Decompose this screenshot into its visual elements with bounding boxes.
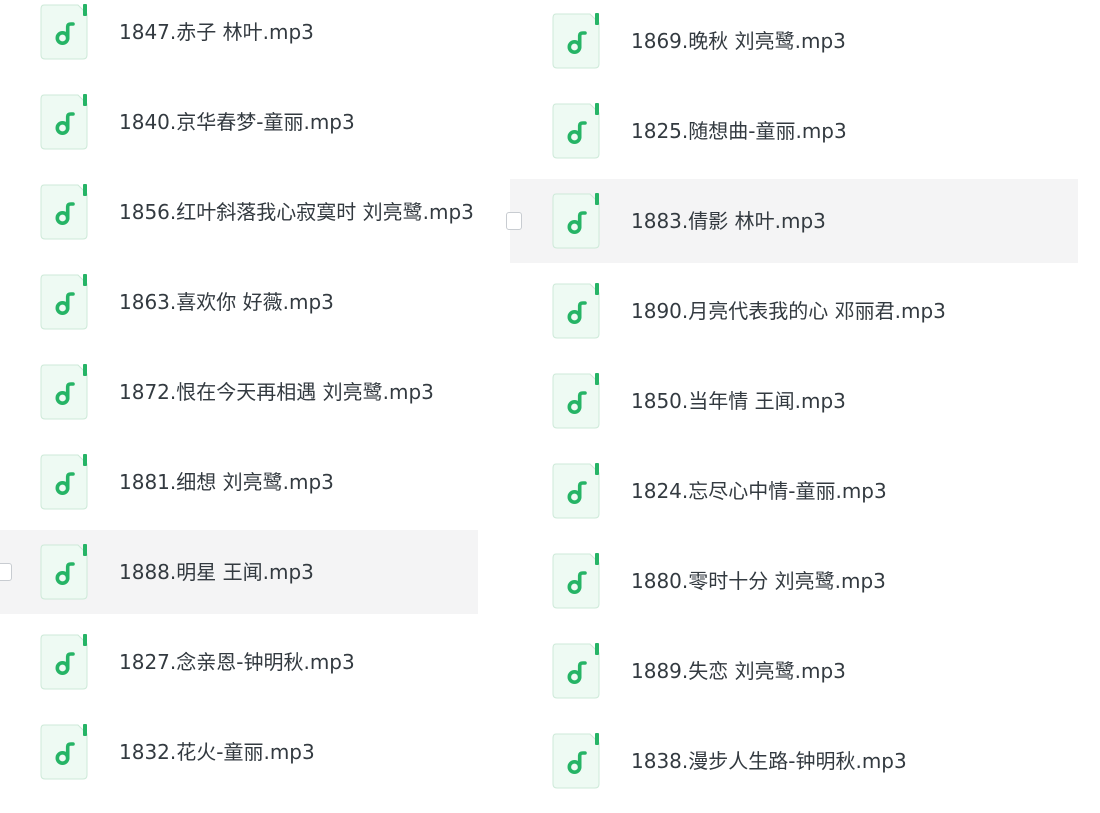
file-name: 1883.倩影 林叶.mp3	[631, 209, 826, 233]
music-file-icon	[40, 724, 88, 780]
file-item[interactable]: 1824.忘尽心中情-童丽.mp3	[510, 459, 1078, 543]
file-checkbox[interactable]	[0, 563, 12, 581]
file-name: 1888.明星 王闻.mp3	[119, 560, 314, 584]
file-name: 1832.花火-童丽.mp3	[119, 740, 315, 764]
music-file-icon	[40, 634, 88, 690]
file-item[interactable]: 1863.喜欢你 好薇.mp3	[0, 270, 478, 354]
file-item[interactable]: 1880.零时十分 刘亮鹭.mp3	[510, 549, 1078, 633]
file-item[interactable]: 1881.细想 刘亮鹭.mp3	[0, 450, 478, 534]
file-name: 1825.随想曲-童丽.mp3	[631, 119, 847, 143]
music-file-icon	[552, 13, 600, 69]
music-file-icon	[552, 643, 600, 699]
music-file-icon	[552, 103, 600, 159]
file-item[interactable]: 1872.恨在今天再相遇 刘亮鹭.mp3	[0, 360, 478, 444]
file-item[interactable]: 1847.赤子 林叶.mp3	[0, 0, 478, 84]
file-item[interactable]: 1888.明星 王闻.mp3	[0, 530, 478, 614]
file-name: 1824.忘尽心中情-童丽.mp3	[631, 479, 887, 503]
file-item[interactable]: 1838.漫步人生路-钟明秋.mp3	[510, 729, 1078, 813]
file-name: 1872.恨在今天再相遇 刘亮鹭.mp3	[119, 380, 434, 404]
file-name: 1863.喜欢你 好薇.mp3	[119, 290, 334, 314]
music-file-icon	[40, 274, 88, 330]
file-name: 1890.月亮代表我的心 邓丽君.mp3	[631, 299, 946, 323]
music-file-icon	[552, 373, 600, 429]
file-name: 1856.红叶斜落我心寂寞时 刘亮鹭.mp3	[119, 200, 474, 224]
file-item[interactable]: 1840.京华春梦-童丽.mp3	[0, 90, 478, 174]
music-file-icon	[40, 454, 88, 510]
file-name: 1889.失恋 刘亮鹭.mp3	[631, 659, 846, 683]
file-name: 1881.细想 刘亮鹭.mp3	[119, 470, 334, 494]
file-item[interactable]: 1889.失恋 刘亮鹭.mp3	[510, 639, 1078, 723]
music-file-icon	[552, 193, 600, 249]
music-file-icon	[40, 364, 88, 420]
music-file-icon	[40, 544, 88, 600]
file-item[interactable]: 1825.随想曲-童丽.mp3	[510, 99, 1078, 183]
file-name: 1838.漫步人生路-钟明秋.mp3	[631, 749, 907, 773]
file-item[interactable]: 1850.当年情 王闻.mp3	[510, 369, 1078, 453]
file-item[interactable]: 1827.念亲恩-钟明秋.mp3	[0, 630, 478, 714]
file-item[interactable]: 1856.红叶斜落我心寂寞时 刘亮鹭.mp3	[0, 180, 478, 264]
file-name: 1850.当年情 王闻.mp3	[631, 389, 846, 413]
music-file-icon	[552, 553, 600, 609]
file-name: 1847.赤子 林叶.mp3	[119, 20, 314, 44]
music-file-icon	[40, 94, 88, 150]
file-item[interactable]: 1890.月亮代表我的心 邓丽君.mp3	[510, 279, 1078, 363]
music-file-icon	[40, 184, 88, 240]
music-file-icon	[552, 463, 600, 519]
music-file-icon	[40, 4, 88, 60]
file-checkbox[interactable]	[506, 212, 522, 230]
music-file-icon	[552, 733, 600, 789]
music-file-icon	[552, 283, 600, 339]
file-name: 1840.京华春梦-童丽.mp3	[119, 110, 355, 134]
file-name: 1827.念亲恩-钟明秋.mp3	[119, 650, 355, 674]
file-name: 1869.晚秋 刘亮鹭.mp3	[631, 29, 846, 53]
file-item[interactable]: 1832.花火-童丽.mp3	[0, 720, 478, 804]
file-item[interactable]: 1869.晚秋 刘亮鹭.mp3	[510, 9, 1078, 93]
file-item[interactable]: 1883.倩影 林叶.mp3	[506, 179, 1078, 263]
file-name: 1880.零时十分 刘亮鹭.mp3	[631, 569, 886, 593]
